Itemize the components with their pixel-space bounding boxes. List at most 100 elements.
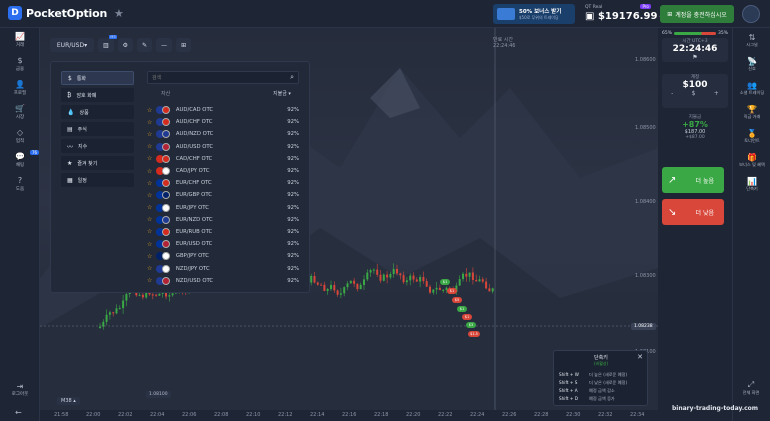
asset-name: NZD/JPY OTC: [175, 265, 210, 272]
right-nav-item[interactable]: 🏅 토너먼트: [733, 124, 770, 148]
star-icon[interactable]: ☆: [147, 192, 156, 199]
asset-row[interactable]: ☆ CAD/JPY OTC 92%: [147, 165, 299, 177]
right-nav-item[interactable]: 📡 신호: [733, 52, 770, 76]
trade-marker[interactable]: $1: [447, 288, 457, 294]
right-nav-item[interactable]: 🏆 직급 거래: [733, 100, 770, 124]
asset-row[interactable]: ☆ CAD/CHF OTC 92%: [147, 153, 299, 165]
trade-marker[interactable]: $1: [457, 306, 467, 312]
nav-item[interactable]: 🛒 시장: [0, 100, 40, 124]
column-header-asset: 자산: [161, 91, 171, 97]
candle-body: [336, 290, 339, 295]
candle-body: [105, 314, 108, 322]
lower-button[interactable]: ↘ 더 낮음: [662, 199, 724, 225]
star-icon[interactable]: ☆: [147, 228, 156, 235]
minus-button[interactable]: -: [671, 90, 673, 97]
nav-item[interactable]: ◇ 업적: [0, 124, 40, 148]
column-header-payout[interactable]: 지불금 ▾: [273, 90, 291, 97]
star-icon[interactable]: ☆: [147, 204, 156, 211]
nav-label: 거래: [15, 43, 25, 48]
trade-marker[interactable]: $3: [466, 322, 476, 328]
asset-row[interactable]: ☆ EUR/NZD OTC 92%: [147, 214, 299, 226]
logout-button[interactable]: ⇥ 로그아웃: [0, 382, 40, 397]
right-nav-item[interactable]: 🎁 보너스 및 혜택: [733, 148, 770, 172]
category-item[interactable]: $ 통화: [61, 71, 134, 85]
plus-button[interactable]: +: [714, 90, 719, 97]
indicators-button[interactable]: ⚙: [117, 38, 134, 52]
star-icon[interactable]: ☆: [147, 277, 156, 284]
time-value: 22:24:46: [672, 44, 718, 54]
star-icon[interactable]: ☆: [147, 265, 156, 272]
asset-row[interactable]: ☆ AUD/CHF OTC 92%: [147, 116, 299, 128]
search-input[interactable]: [148, 72, 278, 83]
asset-row[interactable]: ☆ AUD/CAD OTC 92%: [147, 104, 299, 116]
chart-type-button[interactable]: ▥ M5: [98, 35, 117, 52]
right-nav-item[interactable]: 👥 소셜 트레이딩: [733, 76, 770, 100]
amount-box[interactable]: 계정 $100 - $ +: [662, 74, 728, 108]
star-icon[interactable]: ☆: [147, 168, 156, 175]
category-item[interactable]: 〰 지수: [61, 139, 134, 153]
category-item[interactable]: ▦ 일정: [61, 173, 134, 187]
favorite-star-icon[interactable]: ★: [114, 7, 124, 20]
trade-marker[interactable]: $1.5: [468, 331, 480, 337]
asset-row[interactable]: ☆ EUR/GBP OTC 92%: [147, 189, 299, 201]
account-switcher[interactable]: QT RealPro ▣ $19176.99 ▾: [585, 3, 663, 22]
asset-row[interactable]: ☆ GBP/JPY OTC 92%: [147, 250, 299, 262]
asset-row[interactable]: ☆ EUR/RUB OTC 92%: [147, 226, 299, 238]
asset-name: GBP/JPY OTC: [175, 253, 209, 260]
line-tool-button[interactable]: —: [156, 38, 173, 52]
nav-item[interactable]: 👤 프로필: [0, 76, 40, 100]
asset-row[interactable]: ☆ AUD/USD OTC 92%: [147, 141, 299, 153]
brand-logo[interactable]: D PocketOption: [8, 6, 107, 20]
category-item[interactable]: ₿ 암호 화폐: [61, 88, 134, 102]
star-icon[interactable]: ☆: [147, 253, 156, 260]
category-item[interactable]: ★ 즐겨 찾기: [61, 156, 134, 170]
star-icon[interactable]: ☆: [147, 119, 156, 126]
trade-marker[interactable]: $1: [462, 314, 472, 320]
fullscreen-button[interactable]: ⤢ 전체 화면: [732, 380, 770, 396]
collapse-arrow-icon[interactable]: ←: [15, 408, 22, 417]
expiry-time-caption: 만료 시간 22:24:46: [493, 36, 515, 49]
asset-row[interactable]: ☆ EUR/JPY OTC 92%: [147, 202, 299, 214]
asset-row[interactable]: ☆ NZD/USD OTC 92%: [147, 275, 299, 287]
higher-button[interactable]: ↗ 더 높음: [662, 167, 724, 193]
timeframe-selector[interactable]: M38 ▴: [57, 397, 80, 405]
star-icon[interactable]: ☆: [147, 155, 156, 162]
category-label: 암호 화폐: [76, 92, 97, 99]
star-icon[interactable]: ☆: [147, 241, 156, 248]
nav-item[interactable]: ? 도움: [0, 172, 40, 196]
category-item[interactable]: ▤ 주식: [61, 122, 134, 136]
nav-item[interactable]: $ 금융: [0, 52, 40, 76]
star-icon[interactable]: ☆: [147, 216, 156, 223]
asset-row[interactable]: ☆ AUD/NZD OTC 92%: [147, 128, 299, 140]
nav-item[interactable]: 💬 채팅 76: [0, 148, 40, 172]
trade-marker[interactable]: $5: [452, 297, 462, 303]
bonus-banner[interactable]: 50% 보너스 받기 $50로 무위의 트레이딩: [493, 4, 575, 24]
deposit-button[interactable]: ⊞ 계정을 충전하십시오: [660, 5, 734, 23]
layout-button[interactable]: ⊞: [176, 38, 192, 52]
star-icon[interactable]: ☆: [147, 107, 156, 114]
candle-body: [485, 281, 488, 289]
nav-item[interactable]: 📈 거래: [0, 28, 40, 52]
time-tick: 22:20: [406, 412, 421, 418]
star-icon[interactable]: ☆: [147, 143, 156, 150]
chat-badge: 76: [30, 150, 40, 155]
asset-row[interactable]: ☆ NZD/JPY OTC 92%: [147, 262, 299, 274]
right-nav-item[interactable]: 📊 단축키: [733, 172, 770, 196]
pair-selector[interactable]: EUR/USD ▾: [50, 38, 94, 52]
time-box[interactable]: 시간 UTC+3 22:24:46 ⚑: [662, 38, 728, 62]
close-icon[interactable]: ✕: [637, 353, 643, 361]
pro-badge: Pro: [640, 4, 651, 9]
category-item[interactable]: 💧 상품: [61, 105, 134, 119]
trophy-icon: 🏆: [747, 104, 757, 114]
asset-row[interactable]: ☆ EUR/USD OTC 92%: [147, 238, 299, 250]
avatar[interactable]: [742, 5, 760, 23]
bonus-subtitle: $50로 무위의 트레이딩: [519, 15, 559, 20]
trade-marker[interactable]: $1: [440, 279, 450, 285]
star-icon[interactable]: ☆: [147, 180, 156, 187]
right-nav-label: 보너스 및 혜택: [739, 161, 765, 167]
star-icon[interactable]: ☆: [147, 131, 156, 138]
right-nav-item[interactable]: ⇅ 시그널: [733, 28, 770, 52]
search-icon[interactable]: ⌕: [290, 73, 294, 82]
drawing-button[interactable]: ✎: [137, 38, 153, 52]
asset-row[interactable]: ☆ EUR/CHF OTC 92%: [147, 177, 299, 189]
